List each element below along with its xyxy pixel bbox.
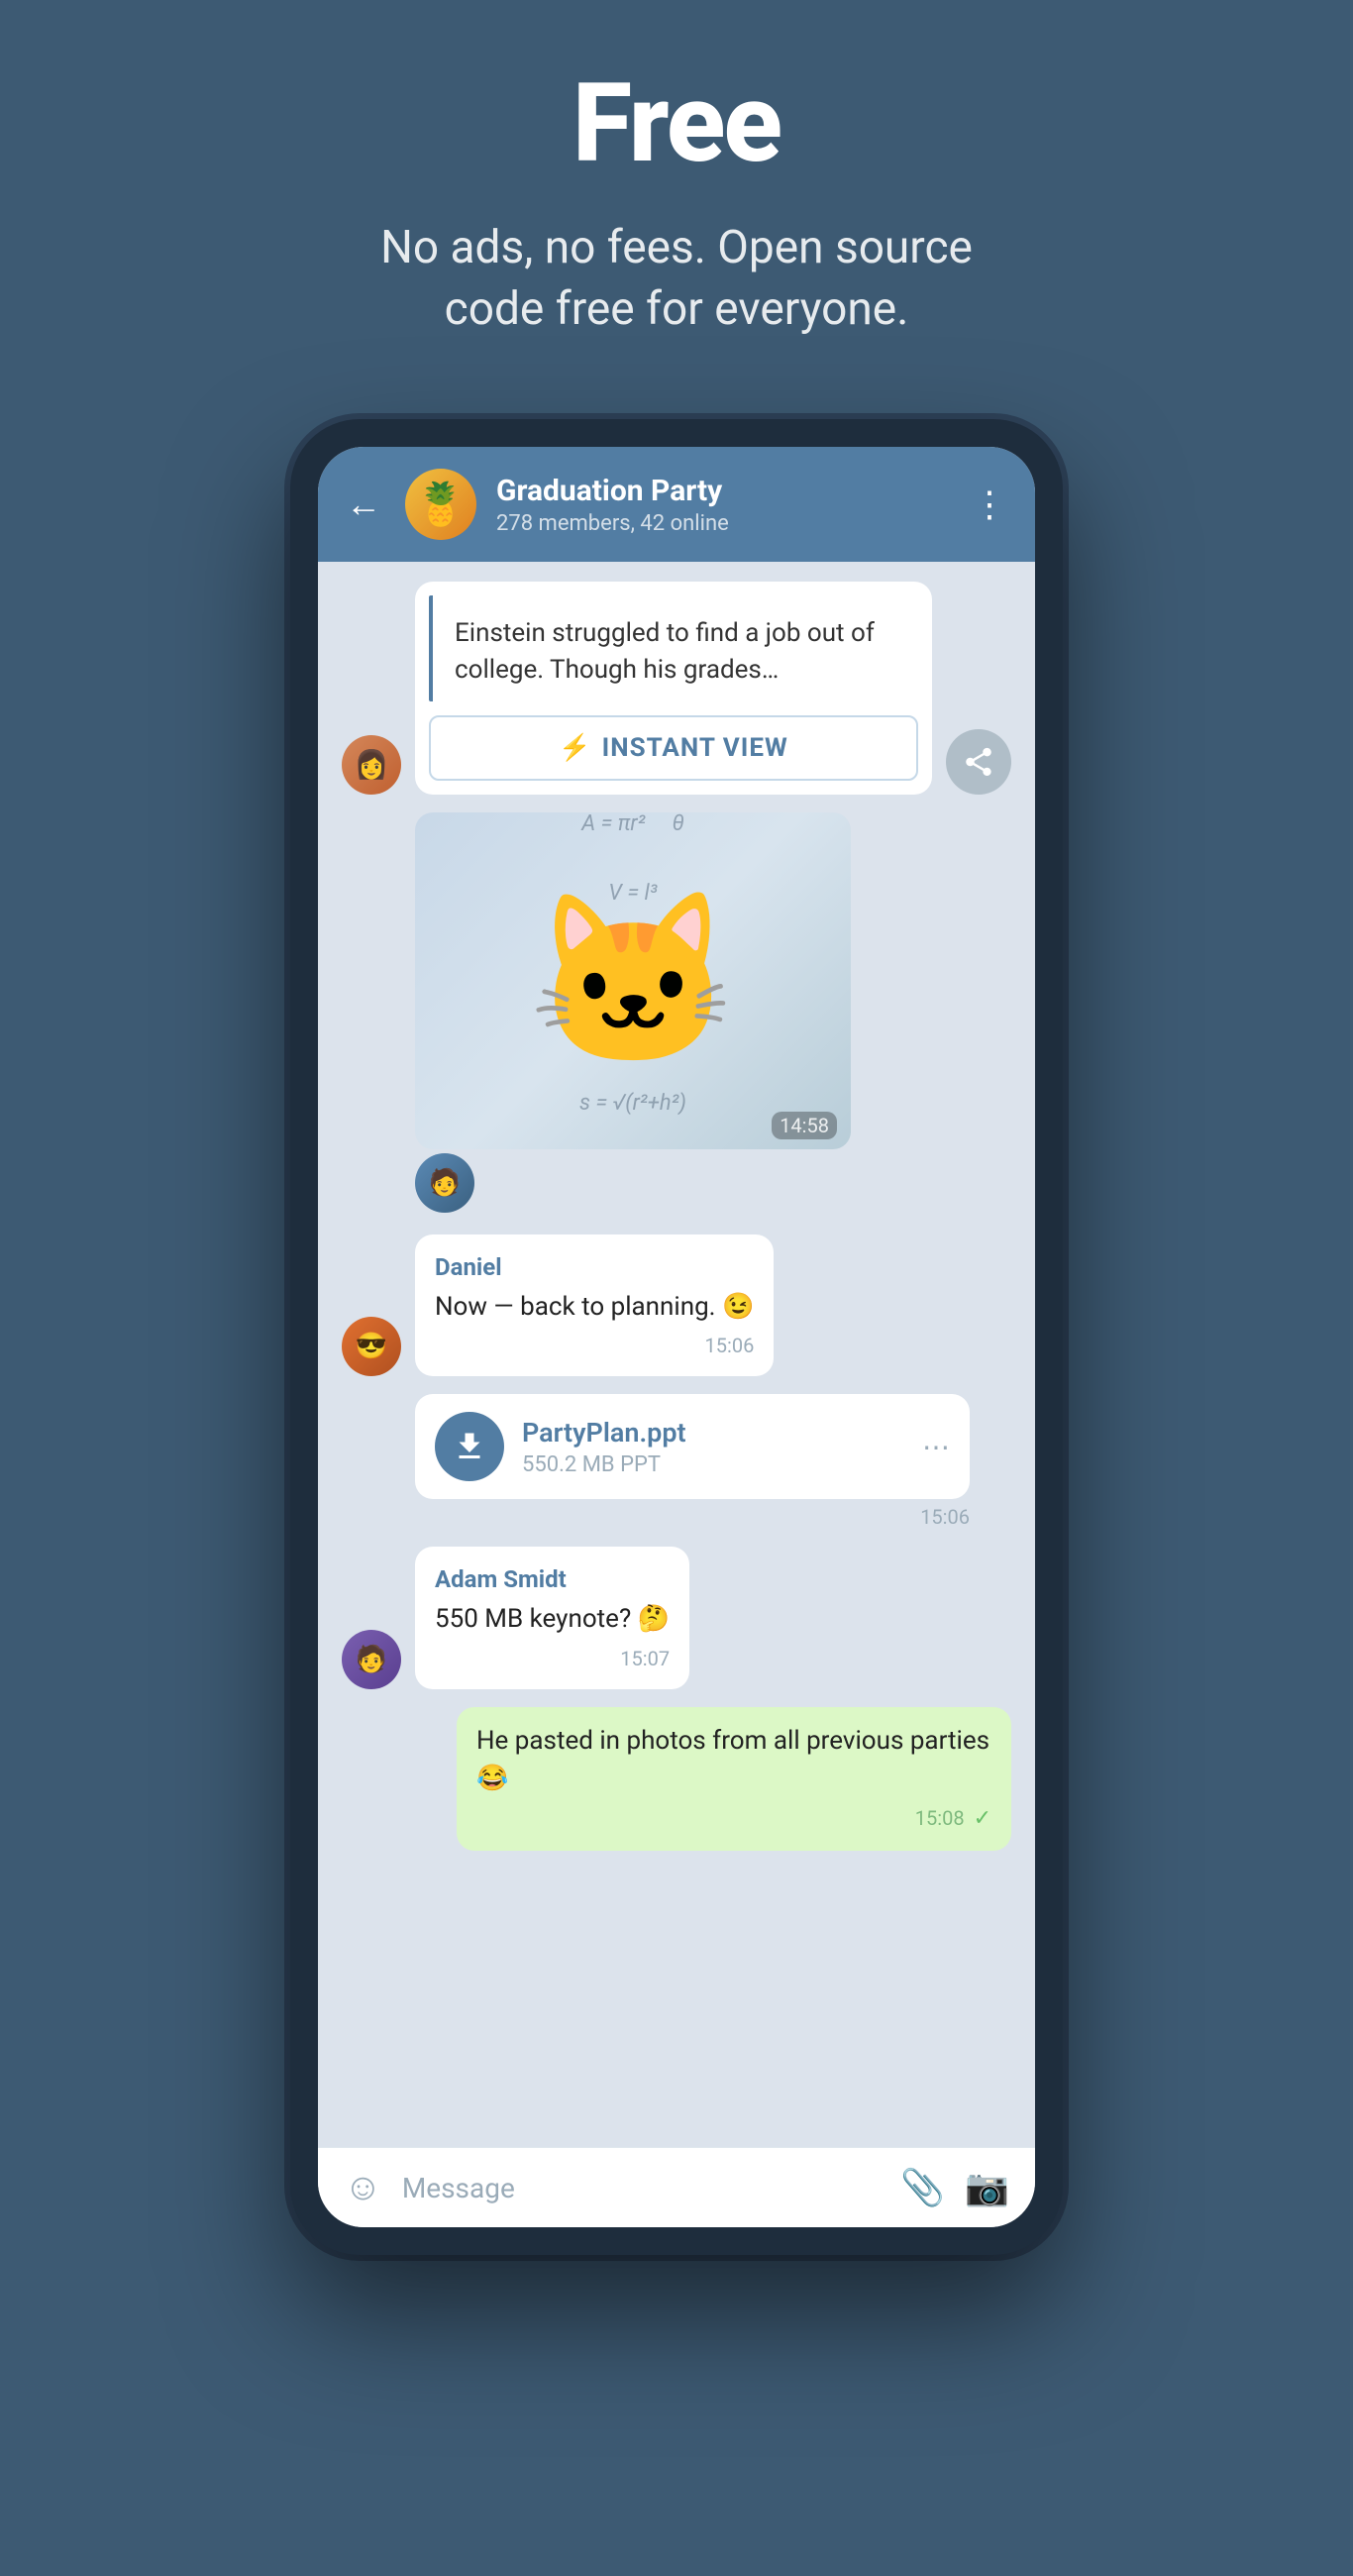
cat-sticker: 🐱 [528,882,738,1080]
adam-bubble: Adam Smidt 550 MB keynote? 🤔 15:07 [415,1547,689,1688]
sticker-container: A = πr² θ V = l³ P = 2πr h A = πr² s = √… [415,812,851,1149]
chat-input-bar: ☺ Message 📎 📷 [318,2147,1035,2227]
adam-message-row: 🧑 Adam Smidt 550 MB keynote? 🤔 15:07 [342,1547,1011,1688]
chat-body: 👩 Einstein struggled to find a job out o… [318,562,1035,2147]
daniel-text: Now — back to planning. 😉 [435,1289,754,1327]
file-time: 15:06 [415,1505,970,1529]
daniel-message-row: 😎 Daniel Now — back to planning. 😉 15:06 [342,1234,1011,1376]
chat-header-info: Graduation Party 278 members, 42 online [496,474,952,536]
own-text: He pasted in photos from all previous pa… [476,1723,991,1797]
file-size: 550.2 MB PPT [522,1452,904,1477]
phone-screen: ← 🍍 Graduation Party 278 members, 42 onl… [318,447,1035,2227]
phone-shell: ← 🍍 Graduation Party 278 members, 42 onl… [290,419,1063,2255]
article-text: Einstein struggled to find a job out of … [429,595,918,701]
file-name: PartyPlan.ppt [522,1417,904,1449]
article-bubble: Einstein struggled to find a job out of … [415,582,932,795]
share-button[interactable] [946,729,1011,795]
group-name: Graduation Party [496,474,952,508]
file-menu-button[interactable]: ⋯ [922,1431,950,1463]
hero-title: Free [572,59,781,187]
daniel-sender-name: Daniel [435,1250,754,1285]
avatar-female: 👩 [342,735,401,795]
own-time: 15:08 ✓ [476,1803,991,1835]
file-download-button[interactable] [435,1412,504,1481]
file-message-row: PartyPlan.ppt 550.2 MB PPT ⋯ 15:06 [415,1394,1011,1529]
group-avatar: 🍍 [405,469,476,540]
more-button[interactable]: ⋮ [972,483,1007,525]
adam-time: 15:07 [435,1645,670,1673]
camera-button[interactable]: 📷 [965,2167,1009,2208]
share-icon [962,745,995,779]
daniel-bubble: Daniel Now — back to planning. 😉 15:06 [415,1234,774,1376]
daniel-time: 15:06 [435,1332,754,1360]
article-message-row: 👩 Einstein struggled to find a job out o… [342,582,1011,795]
adam-sender-name: Adam Smidt [435,1562,670,1597]
own-bubble: He pasted in photos from all previous pa… [457,1707,1011,1851]
emoji-button[interactable]: ☺ [344,2166,382,2209]
chat-header: ← 🍍 Graduation Party 278 members, 42 onl… [318,447,1035,562]
attach-button[interactable]: 📎 [900,2167,945,2208]
page-wrapper: Free No ads, no fees. Open source code f… [0,59,1353,2255]
instant-view-button[interactable]: ⚡ INSTANT VIEW [429,715,918,781]
instant-view-label: INSTANT VIEW [602,733,788,763]
avatar-adam: 🧑 [342,1630,401,1689]
file-info: PartyPlan.ppt 550.2 MB PPT [522,1417,904,1477]
message-input[interactable]: Message [402,2172,882,2204]
bolt-icon: ⚡ [559,733,591,763]
download-icon [452,1429,487,1464]
file-bubble: PartyPlan.ppt 550.2 MB PPT ⋯ [415,1394,970,1499]
sticker-time: 14:58 [772,1112,837,1139]
group-meta: 278 members, 42 online [496,511,952,536]
adam-text: 550 MB keynote? 🤔 [435,1601,670,1639]
avatar-hoodie: 🧑 [415,1153,474,1213]
own-message-row: He pasted in photos from all previous pa… [342,1707,1011,1851]
hero-subtitle: No ads, no fees. Open source code free f… [330,217,1023,340]
avatar-daniel: 😎 [342,1317,401,1376]
back-button[interactable]: ← [346,486,381,522]
message-tick: ✓ [974,1806,991,1831]
sticker-message-row: A = πr² θ V = l³ P = 2πr h A = πr² s = √… [415,812,1011,1213]
